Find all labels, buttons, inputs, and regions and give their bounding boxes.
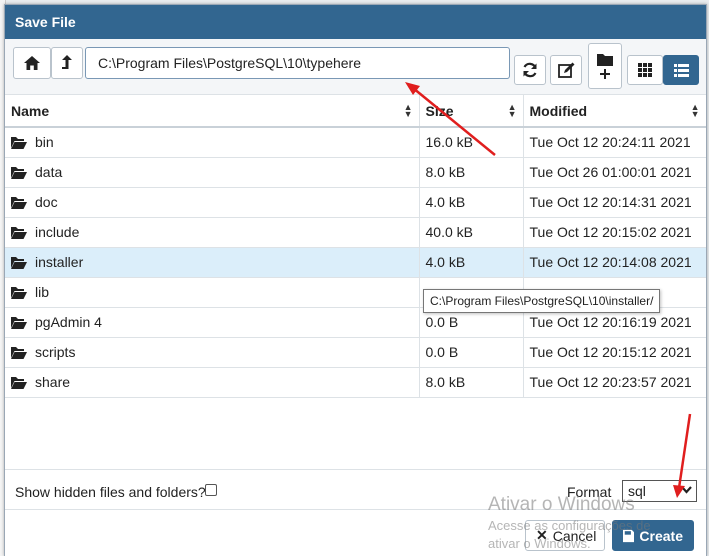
table-header-row: Name ▲ ▼ Size ▲ ▼ Modified ▲ ▼ xyxy=(5,95,706,128)
folder-open-icon xyxy=(11,256,27,269)
up-level-button[interactable] xyxy=(51,47,83,79)
file-size: 4.0 kB xyxy=(419,187,524,218)
file-size: 40.0 kB xyxy=(419,217,524,248)
folder-open-icon xyxy=(11,196,27,209)
column-header-name[interactable]: Name ▲ ▼ xyxy=(5,95,420,128)
options-bar: Show hidden files and folders? Format sq… xyxy=(5,469,706,509)
home-icon xyxy=(24,56,40,70)
file-modified: Tue Oct 12 20:14:31 2021 xyxy=(523,187,706,218)
file-size: 16.0 kB xyxy=(419,127,524,158)
file-size: 4.0 kB xyxy=(419,247,524,278)
table-row[interactable]: doc 4.0 kB Tue Oct 12 20:14:31 2021 xyxy=(5,187,706,218)
refresh-icon xyxy=(523,62,537,78)
column-header-size[interactable]: Size ▲ ▼ xyxy=(419,95,524,128)
file-name: share xyxy=(35,374,71,390)
format-select[interactable]: sql xyxy=(622,480,697,502)
folder-open-icon xyxy=(11,226,27,239)
folder-open-icon xyxy=(11,316,27,329)
file-name: scripts xyxy=(35,344,76,360)
refresh-button[interactable] xyxy=(514,55,546,85)
file-name: doc xyxy=(35,194,58,210)
file-modified: Tue Oct 12 20:15:12 2021 xyxy=(523,337,706,368)
create-button[interactable]: Create xyxy=(612,520,694,551)
column-header-modified-label: Modified xyxy=(529,102,588,119)
format-label: Format xyxy=(567,484,612,500)
file-size: 8.0 kB xyxy=(419,157,524,188)
file-name: bin xyxy=(35,134,54,151)
show-hidden-checkbox[interactable] xyxy=(205,484,217,496)
file-size: 0.0 B xyxy=(419,337,524,368)
cancel-button-label: Cancel xyxy=(552,527,597,544)
file-name: pgAdmin 4 xyxy=(35,314,102,330)
list-view-button[interactable] xyxy=(663,55,699,85)
file-modified: Tue Oct 12 20:15:02 2021 xyxy=(523,217,706,248)
file-name: data xyxy=(35,164,63,180)
column-header-modified[interactable]: Modified ▲ ▼ xyxy=(523,95,706,128)
create-button-label: Create xyxy=(639,527,683,544)
dialog-title: Save File xyxy=(5,5,706,39)
file-table: Name ▲ ▼ Size ▲ ▼ Modified ▲ ▼ bin 16.0 kB Tue… xyxy=(5,95,706,398)
file-modified: Tue Oct 12 20:23:57 2021 xyxy=(523,367,706,398)
sort-icon: ▲ ▼ xyxy=(690,102,700,119)
grid-view-button[interactable] xyxy=(627,55,663,85)
cancel-button[interactable]: ✕ Cancel xyxy=(525,520,605,551)
chevron-down-icon xyxy=(681,486,692,494)
file-modified: Tue Oct 26 01:00:01 2021 xyxy=(523,157,706,188)
folder-open-icon xyxy=(11,286,27,299)
grid-view-icon xyxy=(638,63,652,77)
table-row-selected[interactable]: installer 4.0 kB Tue Oct 12 20:14:08 202… xyxy=(5,247,706,278)
new-folder-button[interactable] xyxy=(588,43,622,89)
folder-open-icon xyxy=(11,346,27,359)
folder-open-icon xyxy=(11,136,27,149)
column-header-name-label: Name xyxy=(11,102,50,119)
file-name: include xyxy=(35,224,80,240)
edit-icon xyxy=(557,62,574,78)
file-name: lib xyxy=(35,284,50,300)
table-row[interactable]: bin 16.0 kB Tue Oct 12 20:24:11 2021 xyxy=(5,127,706,158)
table-row[interactable]: scripts 0.0 B Tue Oct 12 20:15:12 2021 xyxy=(5,337,706,368)
list-view-icon xyxy=(673,63,689,77)
sort-icon: ▲ ▼ xyxy=(403,102,413,119)
table-row[interactable]: include 40.0 kB Tue Oct 12 20:15:02 2021 xyxy=(5,217,706,248)
path-tooltip: C:\Program Files\PostgreSQL\10\installer… xyxy=(423,289,661,313)
save-file-dialog: Save File C:\Program Files\PostgreSQL\10… xyxy=(4,4,707,556)
edit-button[interactable] xyxy=(550,55,582,85)
table-row[interactable]: data 8.0 kB Tue Oct 26 01:00:01 2021 xyxy=(5,157,706,188)
column-header-size-label: Size xyxy=(425,102,454,119)
dialog-footer: ✕ Cancel Create xyxy=(5,509,706,556)
file-modified: Tue Oct 12 20:24:11 2021 xyxy=(523,127,706,158)
file-toolbar xyxy=(5,39,706,95)
up-arrow-icon xyxy=(62,55,72,69)
format-select-value: sql xyxy=(628,483,646,499)
new-folder-icon xyxy=(597,54,613,79)
save-icon xyxy=(623,529,635,542)
file-list: Name ▲ ▼ Size ▲ ▼ Modified ▲ ▼ bin 16.0 kB Tue… xyxy=(5,95,706,469)
show-hidden-label: Show hidden files and folders? xyxy=(15,484,206,500)
folder-open-icon xyxy=(11,166,27,179)
file-size: 8.0 kB xyxy=(419,367,524,398)
close-icon: ✕ xyxy=(536,527,548,543)
home-button[interactable] xyxy=(13,47,51,79)
table-row[interactable]: share 8.0 kB Tue Oct 12 20:23:57 2021 xyxy=(5,367,706,398)
file-name: installer xyxy=(35,254,84,270)
sort-icon: ▲ ▼ xyxy=(507,102,517,119)
folder-open-icon xyxy=(11,376,27,389)
file-modified: Tue Oct 12 20:14:08 2021 xyxy=(523,247,706,278)
path-input[interactable] xyxy=(85,47,510,79)
